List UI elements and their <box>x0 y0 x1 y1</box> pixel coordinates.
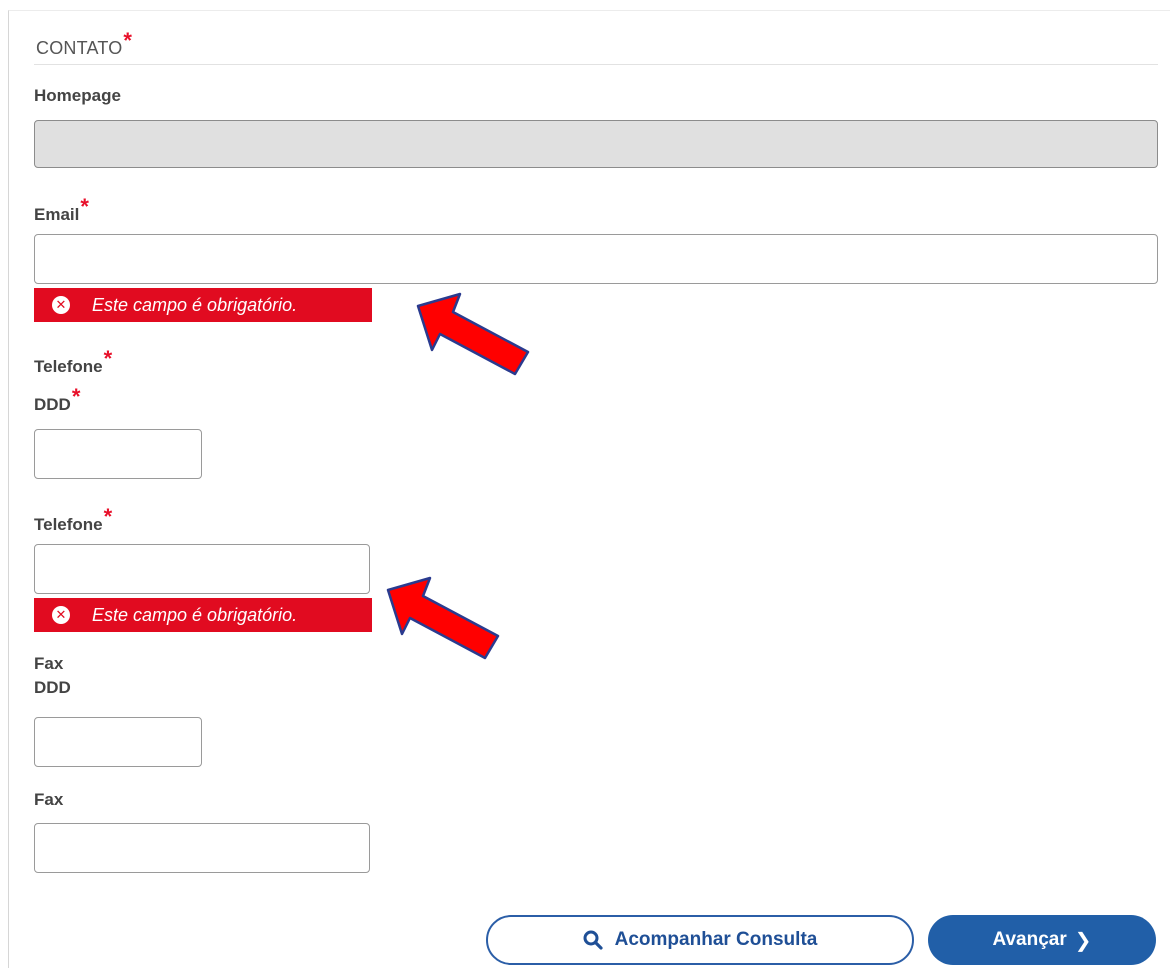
annotation-arrow-email <box>416 292 530 376</box>
homepage-label: Homepage <box>34 86 121 105</box>
avancar-button[interactable]: Avançar ❯ <box>928 915 1156 965</box>
email-error-message: ✕ Este campo é obrigatório. <box>34 288 372 322</box>
error-icon: ✕ <box>52 296 70 314</box>
fax-label: Fax <box>34 790 64 809</box>
search-icon <box>583 930 603 950</box>
chevron-right-icon: ❯ <box>1074 929 1092 952</box>
fax-ddd-field[interactable] <box>34 717 202 767</box>
telefone-field[interactable] <box>34 544 370 594</box>
error-icon: ✕ <box>52 606 70 624</box>
telefone-ddd-field[interactable] <box>34 429 202 479</box>
fax-ddd-label: DDD <box>34 678 71 697</box>
section-divider <box>34 64 1158 65</box>
avancar-label: Avançar <box>992 929 1067 950</box>
fax-field[interactable] <box>34 823 370 873</box>
telefone-group-label: Telefone* <box>34 346 113 376</box>
required-mark: * <box>123 28 133 53</box>
telefone-error-message: ✕ Este campo é obrigatório. <box>34 598 372 632</box>
email-label: Email* <box>34 194 89 224</box>
fax-group-label: Fax <box>34 654 64 673</box>
email-field[interactable] <box>34 234 1158 284</box>
annotation-arrow-telefone <box>386 576 500 660</box>
homepage-field <box>34 120 1158 168</box>
acompanhar-consulta-label: Acompanhar Consulta <box>614 929 818 950</box>
telefone-label: Telefone* <box>34 504 113 534</box>
acompanhar-consulta-button[interactable]: Acompanhar Consulta <box>486 915 914 965</box>
section-title: CONTATO* <box>36 28 133 58</box>
telefone-ddd-label: DDD* <box>34 384 81 414</box>
